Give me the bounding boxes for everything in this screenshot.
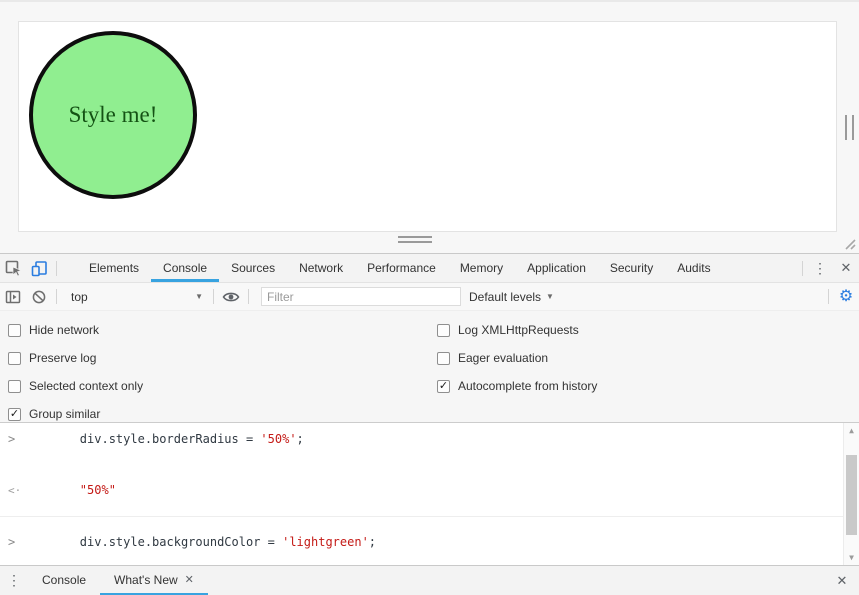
eye-icon: [222, 290, 240, 304]
clear-icon: [31, 289, 47, 305]
log-levels-selector[interactable]: Default levels ▼: [469, 290, 554, 304]
command-chevron-icon: >: [8, 535, 15, 550]
drawer-menu-button[interactable]: ⋮: [0, 566, 28, 595]
divider: [248, 289, 249, 304]
setting-selected-context-only[interactable]: Selected context only: [8, 372, 437, 400]
sidebar-panel-icon: [5, 289, 21, 305]
tab-security[interactable]: Security: [598, 254, 665, 282]
console-scrollbar[interactable]: ▲ ▼: [843, 423, 859, 565]
close-icon: ✕: [837, 573, 848, 589]
chevron-down-icon: ▼: [546, 292, 554, 301]
checkbox[interactable]: [8, 380, 21, 393]
divider: [802, 261, 803, 276]
divider: [56, 261, 57, 276]
setting-hide-network[interactable]: Hide network: [8, 316, 437, 344]
checkbox[interactable]: [8, 352, 21, 365]
command-code: div.style.borderRadius =: [80, 432, 261, 446]
tab-audits[interactable]: Audits: [665, 254, 722, 282]
drawer-tab-console[interactable]: Console: [28, 566, 100, 595]
console-command: > div.style.backgroundColor = 'lightgreen…: [0, 517, 843, 565]
levels-label: Default levels: [469, 290, 541, 304]
return-arrow-icon: <·: [8, 483, 21, 498]
scrollbar-down-arrow[interactable]: ▼: [844, 553, 859, 562]
settings-right-column: Log XMLHttpRequests Eager evaluation ✓ A…: [437, 316, 859, 428]
setting-autocomplete-from-history[interactable]: ✓ Autocomplete from history: [437, 372, 859, 400]
setting-label: Log XMLHttpRequests: [458, 323, 579, 337]
scrollbar-up-arrow[interactable]: ▲: [844, 426, 859, 435]
gear-icon: ⚙: [839, 289, 853, 305]
checkbox[interactable]: [437, 324, 450, 337]
checkbox-checked[interactable]: ✓: [437, 380, 450, 393]
setting-label: Eager evaluation: [458, 351, 548, 365]
tab-network[interactable]: Network: [287, 254, 355, 282]
tab-console[interactable]: Console: [151, 254, 219, 282]
console-settings-button[interactable]: ⚙: [833, 289, 859, 305]
tab-sources[interactable]: Sources: [219, 254, 287, 282]
setting-label: Hide network: [29, 323, 99, 337]
scrollbar-thumb[interactable]: [846, 455, 857, 535]
vertical-resize-handle[interactable]: [845, 115, 854, 140]
console-entry: >div.style.borderRadius = '50%'; <·"50%": [0, 423, 843, 517]
tab-memory[interactable]: Memory: [448, 254, 515, 282]
command-string: '50%': [260, 432, 296, 446]
inspect-element-button[interactable]: [0, 254, 26, 282]
setting-label: Group similar: [29, 407, 100, 421]
chevron-down-icon: ▼: [195, 292, 203, 301]
kebab-menu-icon: ⋮: [813, 260, 827, 277]
command-string: 'lightgreen': [282, 535, 369, 549]
corner-resize-icon[interactable]: [841, 235, 856, 250]
horizontal-resize-handle[interactable]: [398, 236, 432, 243]
console-settings-panel: Hide network Preserve log Selected conte…: [0, 311, 859, 423]
kebab-menu-icon: ⋮: [7, 572, 21, 589]
tab-performance[interactable]: Performance: [355, 254, 448, 282]
setting-label: Preserve log: [29, 351, 96, 365]
divider: [213, 289, 214, 304]
page-preview: Style me!: [0, 0, 859, 253]
devtools-close-button[interactable]: ✕: [833, 254, 859, 282]
settings-left-column: Hide network Preserve log Selected conte…: [8, 316, 437, 428]
console-toolbar: top ▼ Default levels ▼ ⚙: [0, 283, 859, 311]
tab-application[interactable]: Application: [515, 254, 598, 282]
close-icon: ✕: [841, 260, 852, 276]
clear-console-button[interactable]: [26, 289, 52, 305]
console-sidebar-toggle-button[interactable]: [0, 289, 26, 305]
setting-log-xmlhttprequests[interactable]: Log XMLHttpRequests: [437, 316, 859, 344]
device-toolbar-button[interactable]: [26, 254, 52, 282]
checkbox[interactable]: [437, 352, 450, 365]
devtools-panel: Elements Console Sources Network Perform…: [0, 253, 859, 595]
divider: [828, 289, 829, 304]
close-tab-icon[interactable]: ✕: [185, 573, 194, 586]
console-log[interactable]: >div.style.borderRadius = '50%'; <·"50%"…: [0, 423, 859, 565]
drawer-tabbar: ⋮ Console What's New ✕ ✕: [0, 565, 859, 595]
circle-text: Style me!: [69, 102, 158, 128]
checkbox-checked[interactable]: ✓: [8, 408, 21, 421]
setting-label: Selected context only: [29, 379, 143, 393]
live-expression-button[interactable]: [218, 290, 244, 304]
devtools-menu-button[interactable]: ⋮: [807, 254, 833, 282]
setting-label: Autocomplete from history: [458, 379, 597, 393]
inspect-cursor-icon: [5, 260, 22, 277]
divider: [56, 289, 57, 304]
command-chevron-icon: >: [8, 432, 15, 447]
checkbox[interactable]: [8, 324, 21, 337]
setting-eager-evaluation[interactable]: Eager evaluation: [437, 344, 859, 372]
result-value: "50%": [80, 483, 116, 497]
console-result: <· "50%": [0, 465, 843, 516]
command-code: div.style.backgroundColor =: [80, 535, 282, 549]
drawer-close-button[interactable]: ✕: [829, 566, 855, 595]
drawer-tab-whats-new[interactable]: What's New ✕: [100, 566, 208, 595]
execution-context-selector[interactable]: top ▼: [61, 290, 209, 304]
context-label: top: [71, 290, 88, 304]
tab-elements[interactable]: Elements: [77, 254, 151, 282]
console-command: >div.style.borderRadius = '50%';: [0, 423, 843, 465]
device-toolbar-icon: [31, 260, 48, 277]
result-panel: Style me!: [18, 21, 837, 232]
console-entry: > div.style.backgroundColor = 'lightgreen…: [0, 517, 843, 565]
setting-preserve-log[interactable]: Preserve log: [8, 344, 437, 372]
console-filter-input[interactable]: [261, 287, 461, 306]
devtools-tabbar: Elements Console Sources Network Perform…: [0, 254, 859, 283]
styled-circle: Style me!: [29, 31, 197, 199]
